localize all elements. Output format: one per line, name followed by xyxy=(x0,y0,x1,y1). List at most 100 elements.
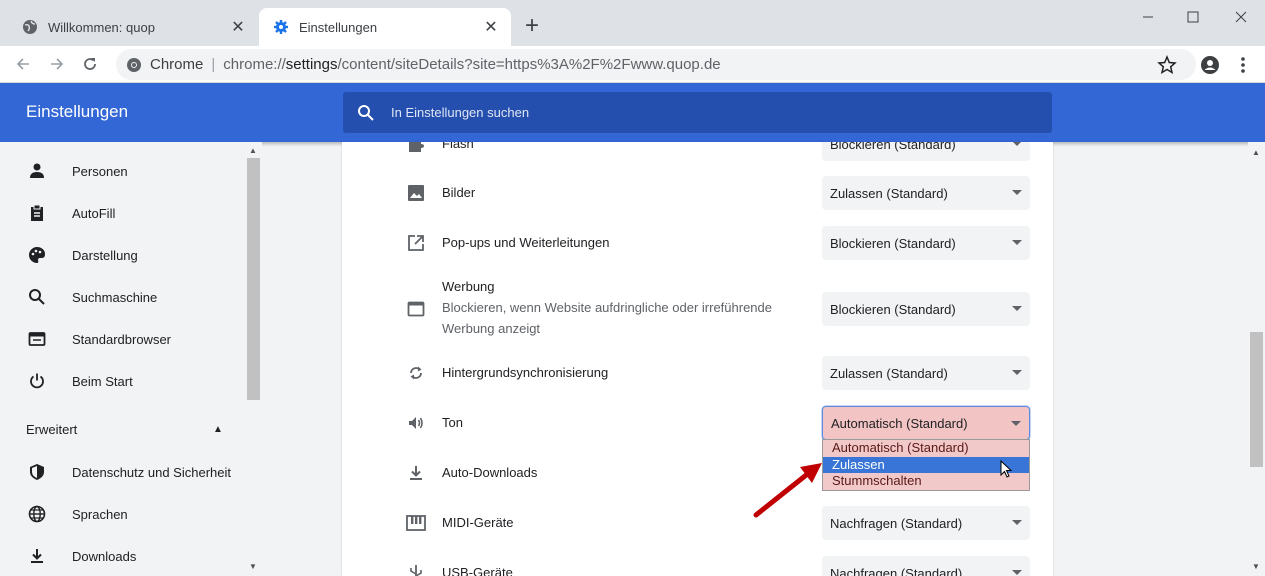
address-bar[interactable]: Chrome | chrome://settings/content/siteD… xyxy=(116,49,1196,80)
permission-label: Pop-ups und Weiterleitungen xyxy=(442,235,610,250)
scroll-up-arrow-icon[interactable]: ▲ xyxy=(249,146,257,155)
permission-select-midi[interactable]: Nachfragen (Standard) xyxy=(822,506,1030,540)
permission-select-sync[interactable]: Zulassen (Standard) xyxy=(822,356,1030,390)
select-value: Automatisch (Standard) xyxy=(831,415,968,431)
permission-row-popups: Pop-ups und Weiterleitungen Blockieren (… xyxy=(342,226,1053,260)
dropdown-arrow-icon xyxy=(1012,190,1022,195)
url-scheme: chrome:// xyxy=(223,56,286,73)
permission-row-ton: Ton Automatisch (Standard) xyxy=(342,406,1053,440)
sync-icon xyxy=(405,362,427,384)
sidebar-item-datenschutz[interactable]: Datenschutz und Sicherheit xyxy=(0,451,245,493)
omnibox-separator: | xyxy=(211,56,216,73)
tab-einstellungen[interactable]: Einstellungen ✕ xyxy=(259,8,511,46)
site-permissions-card: Flash Blockieren (Standard) Bilder Zulas… xyxy=(342,142,1053,576)
permission-select-usb[interactable]: Nachfragen (Standard) xyxy=(822,556,1030,576)
select-value: Nachfragen (Standard) xyxy=(830,515,963,531)
maximize-button[interactable] xyxy=(1170,0,1216,34)
download-icon xyxy=(405,462,427,484)
search-icon xyxy=(358,104,374,121)
close-icon[interactable]: ✕ xyxy=(481,17,501,37)
download-icon xyxy=(26,545,48,567)
page-scrollbar[interactable]: ▲ ▼ xyxy=(1248,142,1265,576)
permission-select-bilder[interactable]: Zulassen (Standard) xyxy=(822,176,1030,210)
sidebar-item-label: Sprachen xyxy=(72,506,128,522)
permission-label: Hintergrundsynchronisierung xyxy=(442,365,609,380)
tab-willkommen[interactable]: Willkommen: quop ✕ xyxy=(8,8,258,46)
tab-label: Einstellungen xyxy=(299,19,378,35)
ad-window-icon xyxy=(405,298,427,320)
sidebar-item-label: Darstellung xyxy=(72,247,138,263)
permission-select-popups[interactable]: Blockieren (Standard) xyxy=(822,226,1030,260)
tab-label: Willkommen: quop xyxy=(48,19,155,35)
advanced-section-toggle[interactable]: Erweitert ▲ xyxy=(26,422,226,437)
scroll-down-arrow-icon[interactable]: ▼ xyxy=(1252,562,1260,571)
browser-window-icon xyxy=(26,328,48,350)
sidebar-item-beim-start[interactable]: Beim Start xyxy=(0,360,245,402)
dropdown-option-zulassen[interactable]: Zulassen xyxy=(823,456,1029,473)
new-tab-button[interactable]: + xyxy=(519,14,545,40)
scroll-up-arrow-icon[interactable]: ▲ xyxy=(1252,148,1260,157)
piano-icon xyxy=(405,512,427,534)
person-icon xyxy=(26,160,48,182)
open-in-new-icon xyxy=(405,232,427,254)
dropdown-arrow-icon xyxy=(1012,142,1022,146)
permission-label: Bilder xyxy=(442,185,476,200)
permission-row-sync: Hintergrundsynchronisierung Zulassen (St… xyxy=(342,356,1053,390)
usb-icon xyxy=(405,562,427,576)
menu-kebab-icon[interactable] xyxy=(1232,54,1254,76)
globe-icon xyxy=(26,503,48,525)
arrow-right-icon xyxy=(51,58,64,70)
palette-icon xyxy=(26,244,48,266)
permission-select-werbung[interactable]: Blockieren (Standard) xyxy=(822,292,1030,326)
page-title: Einstellungen xyxy=(26,102,129,121)
select-value: Blockieren (Standard) xyxy=(830,142,956,152)
toolbar: Chrome | chrome://settings/content/siteD… xyxy=(0,46,1265,83)
sidebar-item-personen[interactable]: Personen xyxy=(0,150,245,192)
sidebar-item-autofill[interactable]: AutoFill xyxy=(0,192,245,234)
permission-row-flash: Flash Blockieren (Standard) xyxy=(342,142,1053,161)
settings-search-input[interactable]: In Einstellungen suchen xyxy=(343,92,1052,133)
settings-sidebar: Personen AutoFill Darstellung Suchmaschi… xyxy=(0,142,262,576)
permission-select-flash[interactable]: Blockieren (Standard) xyxy=(822,142,1030,161)
sidebar-item-downloads[interactable]: Downloads xyxy=(0,535,245,576)
scrollbar-thumb[interactable] xyxy=(1250,332,1263,467)
close-icon[interactable]: ✕ xyxy=(228,17,248,37)
select-value: Zulassen (Standard) xyxy=(830,185,948,201)
image-icon xyxy=(405,182,427,204)
sidebar-item-darstellung[interactable]: Darstellung xyxy=(0,234,245,276)
sidebar-item-label: Datenschutz und Sicherheit xyxy=(72,464,231,480)
settings-header: Einstellungen In Einstellungen suchen xyxy=(0,83,1265,142)
forward-button[interactable] xyxy=(44,51,70,77)
permission-select-ton[interactable]: Automatisch (Standard) xyxy=(822,406,1030,440)
back-button[interactable] xyxy=(10,51,36,77)
close-window-button[interactable] xyxy=(1218,0,1264,34)
tab-strip: Willkommen: quop ✕ Einstellungen ✕ + xyxy=(0,0,1265,46)
gear-icon xyxy=(273,19,289,35)
select-value: Blockieren (Standard) xyxy=(830,301,956,317)
chrome-icon xyxy=(127,57,141,72)
permission-row-werbung: Werbung Blockieren, wenn Website aufdrin… xyxy=(342,276,1053,342)
dropdown-option-automatisch[interactable]: Automatisch (Standard) xyxy=(823,440,1029,457)
permission-row-usb: USB-Geräte Nachfragen (Standard) xyxy=(342,556,1053,576)
dropdown-arrow-icon xyxy=(1012,570,1022,575)
permission-label: Flash xyxy=(442,142,474,151)
account-icon[interactable] xyxy=(1199,54,1221,76)
sidebar-item-standardbrowser[interactable]: Standardbrowser xyxy=(0,318,245,360)
sidebar-item-suchmaschine[interactable]: Suchmaschine xyxy=(0,276,245,318)
caret-up-icon: ▲ xyxy=(213,424,223,435)
permission-label: Ton xyxy=(442,415,463,430)
bookmark-star-icon[interactable] xyxy=(1156,54,1178,76)
minimize-button[interactable] xyxy=(1125,0,1171,34)
url-host: settings xyxy=(285,56,338,73)
dropdown-option-stummschalten[interactable]: Stummschalten xyxy=(823,473,1029,490)
permission-label-group: Werbung Blockieren, wenn Website aufdrin… xyxy=(442,276,772,339)
sidebar-scrollbar[interactable]: ▲ ▼ xyxy=(245,142,262,576)
scrollbar-thumb[interactable] xyxy=(247,158,260,400)
permission-sublabel: Werbung anzeigt xyxy=(442,321,541,336)
sidebar-item-sprachen[interactable]: Sprachen xyxy=(0,493,245,535)
dropdown-arrow-icon xyxy=(1012,306,1022,311)
mouse-cursor-icon xyxy=(1000,460,1013,478)
reload-button[interactable] xyxy=(77,51,103,77)
scroll-down-arrow-icon[interactable]: ▼ xyxy=(249,562,257,571)
reload-icon xyxy=(84,58,96,70)
